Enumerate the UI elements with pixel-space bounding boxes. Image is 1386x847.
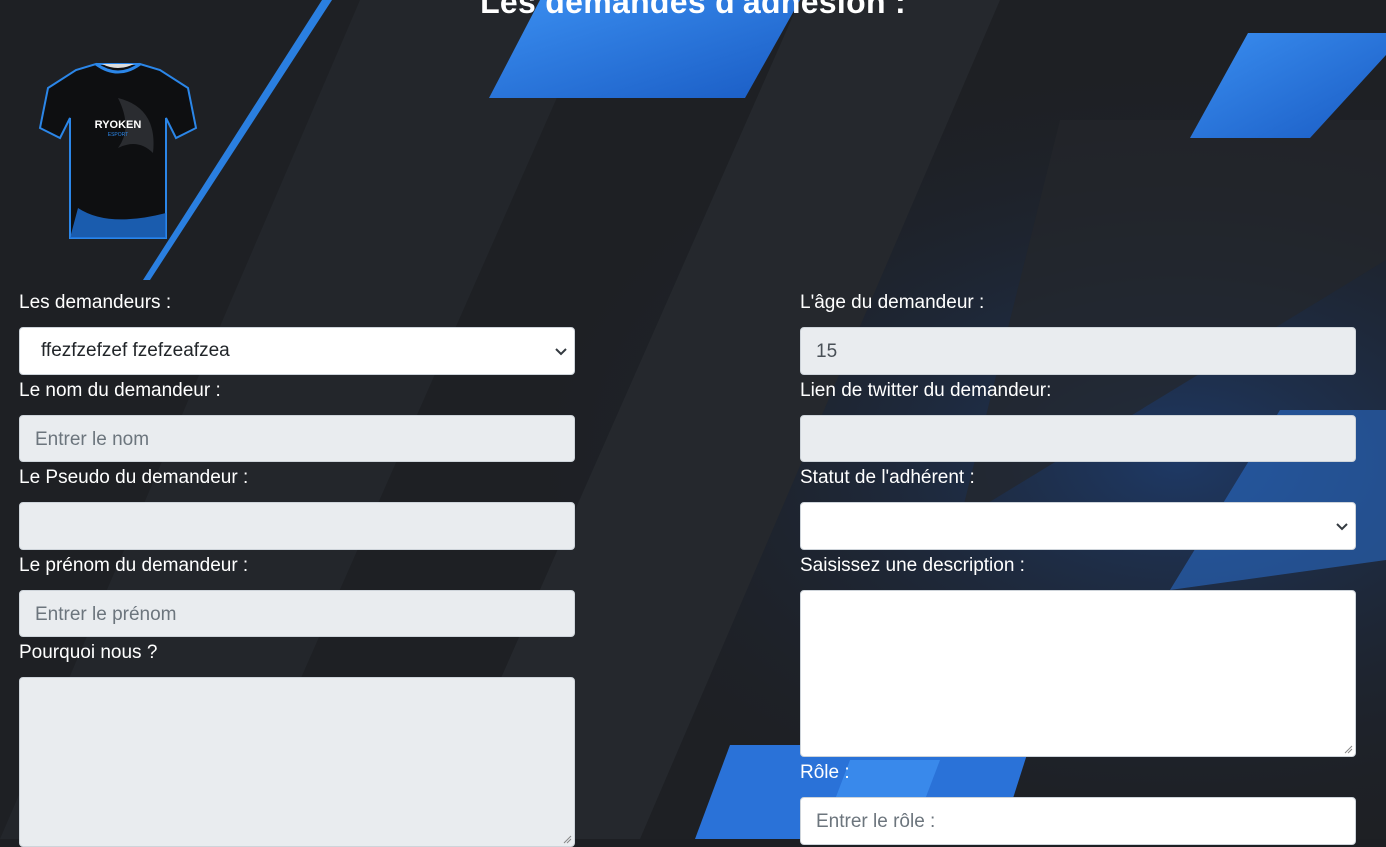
chevron-down-icon [555,348,567,356]
label-role: Rôle : [800,762,850,783]
input-prenom-placeholder: Entrer le prénom [35,604,177,625]
label-description: Saisissez une description : [800,555,1025,576]
label-nom: Le nom du demandeur : [19,380,221,401]
select-demandeurs-value: ffezfzefzef fzefzeafzea [41,340,230,361]
input-role-placeholder: Entrer le rôle : [816,811,936,832]
input-age[interactable]: 15 [800,327,1356,375]
textarea-pourquoi[interactable] [19,677,575,847]
textarea-description[interactable] [800,590,1356,757]
input-nom[interactable]: Entrer le nom [19,415,575,462]
resize-grip-icon[interactable] [563,835,572,844]
input-twitter[interactable] [800,415,1356,462]
label-prenom: Le prénom du demandeur : [19,555,249,576]
label-demandeurs: Les demandeurs : [19,292,172,313]
page-title: Les demandes d'adhésion : [480,0,906,20]
label-age: L'âge du demandeur : [800,292,985,313]
team-jersey-image: RYOKEN ESPORT [38,62,198,239]
jersey-logo-text: RYOKEN [95,119,142,131]
input-role[interactable]: Entrer le rôle : [800,797,1356,845]
input-nom-placeholder: Entrer le nom [35,429,150,450]
select-demandeurs[interactable]: ffezfzefzef fzefzeafzea [19,327,575,375]
label-pseudo: Le Pseudo du demandeur : [19,467,249,488]
label-statut: Statut de l'adhérent : [800,467,975,488]
select-statut[interactable] [800,502,1356,550]
input-age-value: 15 [816,341,838,362]
chevron-down-icon [1336,523,1348,531]
input-pseudo[interactable] [19,502,575,550]
input-prenom[interactable]: Entrer le prénom [19,590,575,637]
jersey-logo-subtext: ESPORT [108,132,128,138]
label-pourquoi: Pourquoi nous ? [19,642,158,663]
label-twitter: Lien de twitter du demandeur: [800,380,1052,401]
resize-grip-icon[interactable] [1344,745,1353,754]
